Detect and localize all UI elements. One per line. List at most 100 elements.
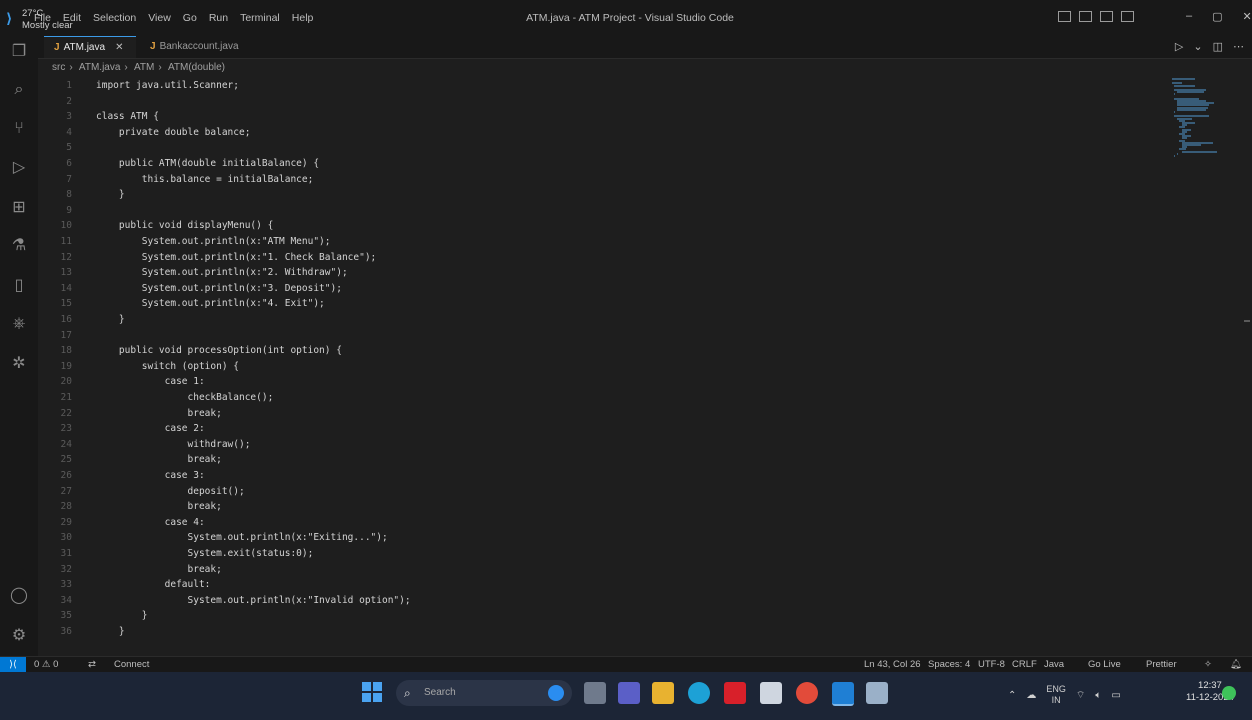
line-number[interactable]: 17 [38,328,72,344]
chrome-icon[interactable] [796,682,818,704]
bing-icon[interactable] [548,685,564,701]
problems-indicator[interactable]: 0 ⚠ 0 [34,659,58,670]
toggle-secondary-sidebar-icon[interactable] [1100,11,1113,22]
tab-atm-java[interactable]: J ATM.java ✕ [44,36,136,58]
notification-center-icon[interactable] [1222,686,1236,700]
line-number[interactable]: 32 [38,562,72,578]
encoding[interactable]: UTF-8 [978,659,1005,670]
run-dropdown-icon[interactable]: ⌄ [1193,40,1202,53]
line-number[interactable]: 1 [38,78,72,94]
run-debug-icon[interactable]: ▷ [9,158,29,178]
testing-icon[interactable]: ⚗ [9,236,29,256]
breadcrumb-item[interactable]: ATM(double) [168,62,225,73]
menu-terminal[interactable]: Terminal [234,12,286,24]
language-mode[interactable]: Java [1044,659,1064,670]
editor-scrollbar[interactable] [1240,78,1252,656]
vscode-logo-icon[interactable]: ⟩ [6,10,22,26]
extensions-icon[interactable]: ⊞ [9,198,29,218]
start-button[interactable] [362,682,382,702]
indentation[interactable]: Spaces: 4 [928,659,970,670]
office-app-icon[interactable] [724,682,746,704]
line-number[interactable]: 28 [38,499,72,515]
notifications-icon[interactable]: 🔔︎ [1230,659,1242,670]
line-number[interactable]: 5 [38,140,72,156]
prettier-button[interactable]: Prettier [1146,659,1177,670]
scrollbar-thumb[interactable] [1244,320,1250,322]
line-number[interactable]: 22 [38,406,72,422]
teams-icon[interactable] [618,682,640,704]
go-live-button[interactable]: Go Live [1088,659,1121,670]
maximize-icon[interactable]: ▢ [1212,10,1222,23]
menu-run[interactable]: Run [203,12,234,24]
line-number[interactable]: 36 [38,624,72,640]
line-number[interactable]: 7 [38,172,72,188]
java-projects-icon[interactable]: ▯ [9,276,29,296]
remote-indicator-icon[interactable]: ⟩⟨ [0,657,26,673]
close-tab-icon[interactable]: ✕ [115,42,123,53]
breadcrumb-item[interactable]: ATM.java [79,62,121,73]
store-icon[interactable] [760,682,782,704]
accounts-sync-icon[interactable]: ⇄ [88,659,96,670]
line-number[interactable]: 9 [38,203,72,219]
line-number[interactable]: 10 [38,218,72,234]
more-actions-icon[interactable]: ⋯ [1233,40,1244,53]
line-number[interactable]: 21 [38,390,72,406]
line-number[interactable]: 13 [38,265,72,281]
line-number[interactable]: 27 [38,484,72,500]
minimize-icon[interactable]: – [1186,10,1192,23]
wifi-icon[interactable]: ⌔ [1076,689,1085,702]
file-explorer-icon[interactable] [652,682,674,704]
customize-layout-icon[interactable] [1121,11,1134,22]
line-number[interactable]: 35 [38,608,72,624]
edge-icon[interactable] [688,682,710,704]
language-indicator[interactable]: ENG IN [1046,684,1066,706]
minimap[interactable] [1168,78,1224,164]
tray-overflow-icon[interactable]: ⌃ [1008,690,1016,701]
line-number[interactable]: 4 [38,125,72,141]
line-number[interactable]: 23 [38,421,72,437]
line-number[interactable]: 29 [38,515,72,531]
close-window-icon[interactable]: ✕ [1243,10,1252,23]
toggle-panel-icon[interactable] [1079,11,1092,22]
run-java-icon[interactable]: ▷ [1175,40,1183,53]
snipping-tool-icon[interactable] [866,682,888,704]
copilot-status-icon[interactable]: ✧ [1204,659,1212,670]
breadcrumb-item[interactable]: src [52,62,65,73]
line-number[interactable]: 18 [38,343,72,359]
weather-widget[interactable]: 27°C Mostly clear [22,8,73,32]
menu-go[interactable]: Go [177,12,203,24]
task-view-icon[interactable] [584,682,606,704]
taskbar-search[interactable]: ⌕ Search [396,680,572,706]
line-number[interactable]: 14 [38,281,72,297]
cursor-position[interactable]: Ln 43, Col 26 [864,659,921,670]
line-number[interactable]: 16 [38,312,72,328]
manage-gear-icon[interactable]: ⚙ [9,626,29,646]
battery-icon[interactable]: ▭ [1111,690,1120,701]
remote-explorer-icon[interactable]: ✲ [9,354,29,374]
account-icon[interactable]: ◯ [9,586,29,606]
volume-icon[interactable]: 🔈︎ [1095,690,1101,701]
connect-button[interactable]: Connect [114,659,149,670]
line-number[interactable]: 25 [38,452,72,468]
line-number[interactable]: 11 [38,234,72,250]
copilot-icon[interactable]: ⎈ [9,314,29,334]
line-number[interactable]: 12 [38,250,72,266]
line-ending[interactable]: CRLF [1012,659,1037,670]
toggle-sidebar-icon[interactable] [1058,11,1071,22]
line-number[interactable]: 6 [38,156,72,172]
line-number[interactable]: 34 [38,593,72,609]
line-number[interactable]: 20 [38,374,72,390]
menu-selection[interactable]: Selection [87,12,142,24]
tab-bankaccount-java[interactable]: J Bankaccount.java [140,36,240,58]
line-number[interactable]: 3 [38,109,72,125]
menu-help[interactable]: Help [286,12,320,24]
vscode-taskbar-icon[interactable] [832,682,854,706]
line-number[interactable]: 26 [38,468,72,484]
source-control-icon[interactable]: ⑂ [9,119,29,139]
code-editor[interactable]: 1 import java.util.Scanner; 2 3 class ATM {4… [38,78,1158,638]
split-editor-icon[interactable]: ◫ [1213,40,1223,53]
line-number[interactable]: 33 [38,577,72,593]
line-number[interactable]: 2 [38,94,72,110]
line-number[interactable]: 8 [38,187,72,203]
breadcrumb-item[interactable]: ATM [134,62,154,73]
